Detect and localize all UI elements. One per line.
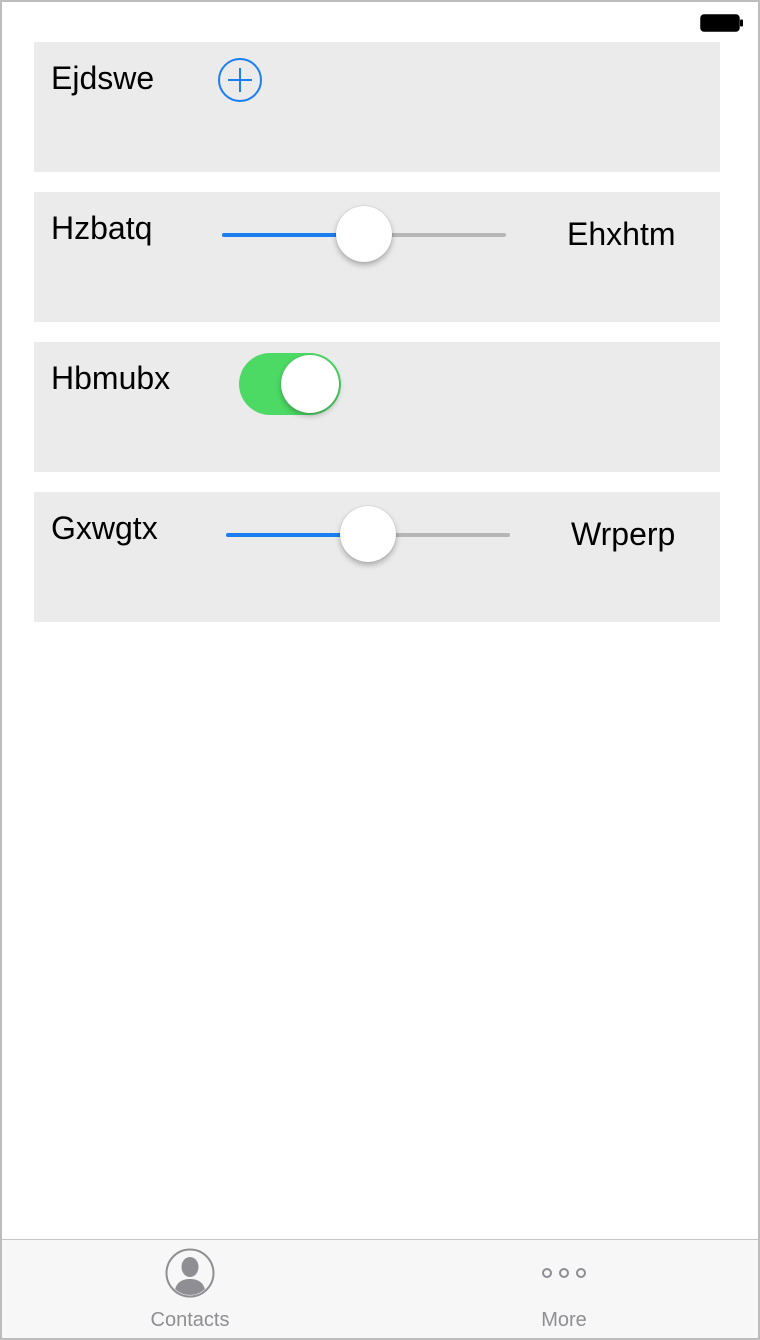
card-ejdswe: Ejdswe — [34, 42, 720, 172]
card-label: Ejdswe — [51, 60, 155, 96]
status-bar — [2, 2, 758, 42]
slider-max-label: Ehxhtm — [567, 216, 676, 252]
plus-circle-icon[interactable] — [217, 57, 263, 103]
tab-label: Contacts — [150, 1309, 230, 1331]
app-screen: Ejdswe Hzbatq Ehxhtm Hbmubx Gxwgtx Wrper — [0, 0, 760, 1340]
slider-thumb[interactable] — [340, 506, 396, 562]
toggle-switch[interactable] — [239, 353, 341, 415]
slider-gxwgtx[interactable] — [226, 506, 510, 564]
slider-hzbatq[interactable] — [222, 206, 506, 264]
card-label: Hbmubx — [51, 360, 171, 396]
toggle-knob — [281, 355, 339, 413]
card-gxwgtx: Gxwgtx Wrperp — [34, 492, 720, 622]
tab-more[interactable]: More — [464, 1240, 664, 1338]
more-dots-icon — [542, 1268, 586, 1278]
slider-thumb[interactable] — [336, 206, 392, 262]
slider-max-label: Wrperp — [571, 516, 676, 552]
person-circle-icon — [165, 1248, 215, 1298]
card-label: Gxwgtx — [51, 510, 158, 546]
battery-full-icon — [700, 14, 743, 32]
card-hzbatq: Hzbatq Ehxhtm — [34, 192, 720, 322]
tab-bar: Contacts More — [2, 1239, 758, 1338]
tab-label: More — [541, 1309, 587, 1331]
card-hbmubx: Hbmubx — [34, 342, 720, 472]
card-label: Hzbatq — [51, 210, 153, 246]
tab-contacts[interactable]: Contacts — [90, 1240, 290, 1338]
